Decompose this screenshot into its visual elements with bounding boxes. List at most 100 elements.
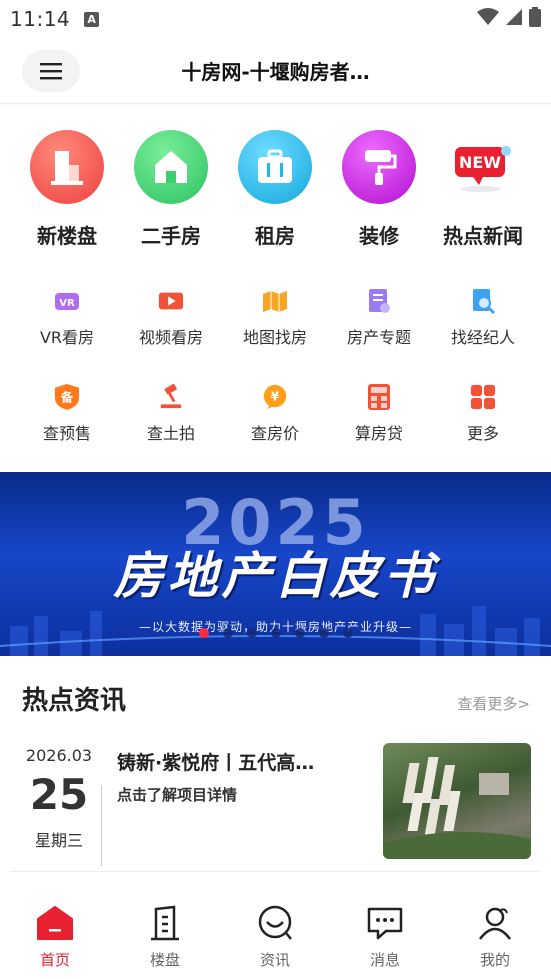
category-label: 二手房 — [141, 224, 201, 248]
carousel-dot[interactable] — [342, 628, 353, 638]
app-header: 十房网-十堰购房者… — [0, 38, 551, 104]
suitcase-icon — [238, 130, 312, 204]
hot-news-header: 热点资讯 查看更多> — [22, 680, 530, 717]
tool-label: 算房贷 — [354, 424, 403, 443]
tool-land-auction[interactable]: 查土拍 — [119, 383, 223, 444]
status-bar: 11:14 A — [0, 0, 551, 38]
tool-label: 查预售 — [42, 424, 91, 443]
hamburger-menu-icon — [40, 62, 62, 79]
promo-banner[interactable]: 2025 房地产白皮书 —以大数据为驱动，助力十堰房地产产业升级— — [0, 472, 551, 656]
news-thumbnail — [383, 743, 531, 859]
tool-mortgage[interactable]: 算房贷 — [327, 384, 431, 444]
nav-profile[interactable]: 我的 — [440, 885, 550, 979]
tool-house-price[interactable]: ¥ 查房价 — [223, 384, 327, 444]
nav-news[interactable]: 资讯 — [220, 885, 330, 979]
news-description: 点击了解项目详情 — [117, 786, 238, 804]
building-icon — [30, 130, 104, 204]
grid-more-icon — [470, 384, 496, 410]
message-icon — [365, 903, 405, 943]
svg-text:备: 备 — [60, 390, 74, 405]
divider — [101, 786, 102, 866]
nav-label: 我的 — [479, 951, 510, 969]
user-icon — [475, 903, 515, 943]
view-more-link[interactable]: 查看更多> — [457, 693, 530, 714]
news-day: 25 — [29, 770, 89, 819]
category-label: 装修 — [359, 224, 399, 248]
category-label: 新楼盘 — [37, 224, 97, 248]
tool-vr[interactable]: VR VR看房 — [15, 288, 119, 348]
carousel-dot[interactable] — [318, 628, 329, 638]
svg-text:NEW: NEW — [459, 153, 501, 172]
new-badge-icon: NEW — [446, 130, 520, 204]
status-time: 11:14 — [10, 7, 71, 31]
tool-agent[interactable]: 找经纪人 — [431, 288, 535, 348]
presale-badge-icon: 备 — [54, 384, 80, 410]
price-coin-icon: ¥ — [262, 384, 288, 410]
tool-more[interactable]: 更多 — [431, 384, 535, 444]
section-title: 热点资讯 — [22, 686, 127, 716]
category-hot-news[interactable]: NEW 热点新闻 — [431, 130, 535, 249]
status-indicators — [477, 7, 541, 31]
battery-icon — [529, 7, 541, 31]
carousel-dot[interactable] — [294, 628, 305, 638]
map-icon — [262, 288, 288, 314]
tool-label: 更多 — [466, 424, 499, 443]
tool-label: VR看房 — [39, 328, 95, 347]
svg-text:¥: ¥ — [271, 390, 280, 404]
news-weekday: 星期三 — [34, 831, 83, 850]
nav-properties[interactable]: 楼盘 — [110, 885, 220, 979]
nav-label: 资讯 — [259, 951, 290, 969]
calculator-icon — [366, 384, 392, 410]
nav-home[interactable]: 首页 — [0, 885, 110, 979]
carousel-indicators — [0, 628, 551, 638]
category-second-hand[interactable]: 二手房 — [119, 130, 223, 249]
carousel-dot[interactable] — [246, 628, 257, 638]
house-icon — [134, 130, 208, 204]
tool-label: 查房价 — [250, 424, 299, 443]
tool-row-2: 备 查预售 查土拍 ¥ 查房价 算房贷 更多 — [0, 383, 551, 444]
banner-title: 房地产白皮书 — [113, 546, 438, 605]
news-chat-icon — [255, 903, 295, 943]
category-label: 租房 — [255, 224, 295, 248]
category-decoration[interactable]: 装修 — [327, 130, 431, 249]
nav-label: 消息 — [369, 951, 400, 969]
tool-map[interactable]: 地图找房 — [223, 288, 327, 348]
category-new-homes[interactable]: 新楼盘 — [15, 130, 119, 249]
tool-label: 地图找房 — [242, 328, 307, 347]
tool-presale[interactable]: 备 查预售 — [15, 384, 119, 444]
news-item[interactable]: 2026.03 25 星期三 铸新·紫悦府丨五代高… 点击了解项目详情 — [10, 738, 540, 872]
carousel-dot[interactable] — [270, 628, 281, 638]
agent-search-icon — [470, 288, 496, 314]
notification-a-icon: A — [84, 11, 100, 27]
tool-label: 查土拍 — [146, 424, 195, 443]
category-rent[interactable]: 租房 — [223, 130, 327, 249]
category-label: 热点新闻 — [443, 224, 523, 248]
carousel-dot[interactable] — [222, 628, 233, 638]
video-icon — [158, 288, 184, 314]
tool-topics[interactable]: 房产专题 — [327, 288, 431, 348]
tool-label: 找经纪人 — [450, 328, 515, 347]
news-title: 铸新·紫悦府丨五代高… — [117, 752, 315, 774]
vr-icon: VR — [54, 288, 80, 314]
tool-label: 视频看房 — [138, 328, 203, 347]
tool-row-1: VR VR看房 视频看房 地图找房 房产专题 找经纪人 — [0, 288, 551, 348]
main-category-row: 新楼盘 二手房 租房 装修 NEW 热点新闻 — [0, 130, 551, 249]
document-icon — [366, 288, 392, 314]
home-icon — [35, 903, 75, 943]
news-year-month: 2026.03 — [25, 746, 93, 765]
page-title: 十房网-十堰购房者… — [181, 60, 370, 84]
news-date-block: 2026.03 25 星期三 — [10, 738, 108, 851]
svg-text:VR: VR — [59, 298, 75, 309]
nav-label: 首页 — [39, 951, 70, 969]
menu-button[interactable] — [22, 49, 80, 92]
nav-messages[interactable]: 消息 — [330, 885, 440, 979]
auction-hammer-icon — [158, 383, 184, 410]
tool-video[interactable]: 视频看房 — [119, 288, 223, 348]
bottom-nav: 首页 楼盘 资讯 消息 我的 — [0, 885, 551, 979]
tool-label: 房产专题 — [346, 328, 411, 347]
signal-icon — [505, 8, 523, 30]
wifi-icon — [477, 8, 499, 30]
building-outline-icon — [145, 903, 185, 943]
carousel-dot[interactable] — [198, 628, 209, 638]
nav-label: 楼盘 — [149, 951, 180, 969]
